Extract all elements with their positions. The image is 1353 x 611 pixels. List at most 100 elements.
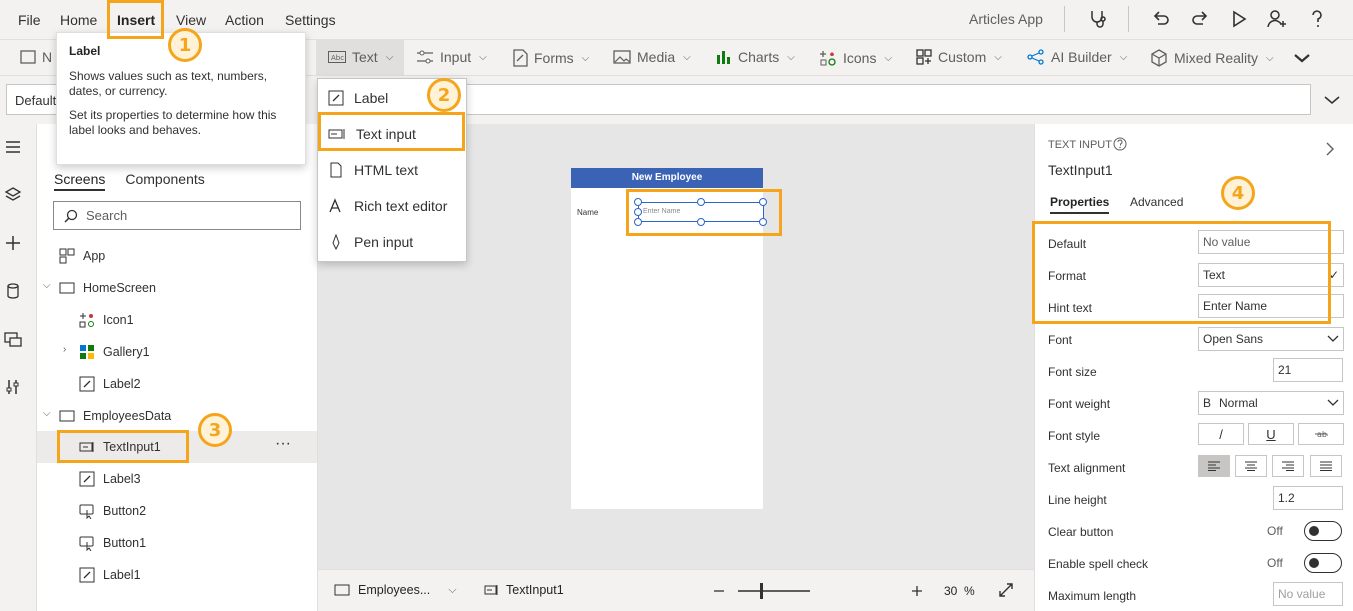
menu-settings[interactable]: Settings [285, 12, 336, 28]
ribbon-custom-button[interactable]: Custom ⌵ [916, 49, 1002, 65]
help-icon[interactable] [1306, 8, 1328, 30]
collapse-chevron-icon[interactable]: ⌵ [43, 408, 51, 419]
advanced-tools-icon[interactable] [4, 378, 22, 396]
menu-home[interactable]: Home [60, 12, 97, 28]
tree-node-employeesdata[interactable]: EmployeesData [59, 400, 171, 432]
control-name[interactable]: TextInput1 [1048, 162, 1113, 178]
align-right-button[interactable] [1272, 455, 1304, 477]
ribbon-ai-builder-label: AI Builder [1051, 49, 1112, 65]
hamburger-menu-icon[interactable] [4, 138, 22, 156]
tab-advanced[interactable]: Advanced [1130, 195, 1183, 209]
tab-properties[interactable]: Properties [1050, 195, 1110, 214]
spell-check-state: Off [1267, 556, 1283, 570]
font-size-field[interactable]: 21 [1273, 358, 1343, 382]
tree-node-label2[interactable]: Label2 [79, 368, 141, 400]
ribbon-icons-button[interactable]: Icons ⌵ [819, 49, 892, 67]
ribbon-media-button[interactable]: Media ⌵ [613, 49, 691, 65]
button-icon [79, 504, 94, 519]
add-icon[interactable] [4, 234, 22, 252]
tree-node-label: EmployeesData [83, 409, 172, 423]
media-library-icon[interactable] [4, 330, 22, 348]
collapse-panel-chevron-icon[interactable] [1323, 140, 1337, 158]
left-rail [0, 124, 37, 611]
menu-action[interactable]: Action [225, 12, 264, 28]
menu-view[interactable]: View [176, 12, 206, 28]
font-weight-dropdown[interactable]: B Normal [1198, 391, 1344, 415]
ribbon-charts-button[interactable]: Charts ⌵ [716, 49, 795, 65]
label-font-style: Font style [1048, 429, 1101, 443]
zoom-slider[interactable] [738, 590, 810, 592]
expand-formula-chevron-icon[interactable] [1322, 93, 1342, 107]
zoom-slider-thumb[interactable] [760, 583, 763, 599]
data-cylinder-icon[interactable] [4, 282, 22, 300]
redo-icon[interactable] [1189, 8, 1211, 30]
more-options-icon[interactable]: ··· [275, 435, 291, 453]
font-dropdown[interactable]: Open Sans [1198, 327, 1344, 351]
spell-check-toggle[interactable] [1304, 553, 1342, 573]
svg-text:abc: abc [1317, 430, 1328, 439]
italic-button[interactable]: / [1198, 423, 1244, 445]
label-font-weight: Font weight [1048, 397, 1111, 411]
menu-item-rich-text-editor[interactable]: Rich text editor [328, 188, 447, 224]
label-icon [79, 376, 95, 392]
underline-button[interactable]: U [1248, 423, 1294, 445]
menu-item-label[interactable]: Label [328, 80, 388, 116]
menu-file[interactable]: File [18, 12, 41, 28]
ribbon-overflow-chevron-icon[interactable] [1292, 51, 1312, 65]
ribbon-input-button[interactable]: Input ⌵ [416, 49, 487, 65]
tree-node-homescreen[interactable]: HomeScreen [59, 272, 156, 304]
ribbon-forms-button[interactable]: Forms ⌵ [512, 49, 589, 67]
menu-item-html-text[interactable]: HTML text [328, 152, 418, 188]
play-icon[interactable] [1228, 8, 1250, 30]
new-screen-button[interactable]: N [20, 49, 52, 65]
add-user-icon[interactable] [1266, 8, 1288, 30]
tree-node-icon1[interactable]: Icon1 [79, 304, 134, 336]
stethoscope-icon[interactable] [1087, 8, 1109, 30]
ribbon-mixed-reality-label: Mixed Reality [1174, 50, 1259, 66]
clear-button-toggle[interactable] [1304, 521, 1342, 541]
expand-chevron-icon[interactable]: › [63, 344, 66, 355]
tree-node-button2[interactable]: Button2 [79, 495, 146, 527]
help-circle-icon[interactable] [1113, 137, 1127, 151]
ribbon-text-button[interactable]: Abc Text ⌵ [328, 49, 393, 65]
tree-view-layers-icon[interactable] [4, 186, 22, 204]
app-name: Articles App [969, 11, 1043, 27]
ribbon-text-label: Text [352, 49, 378, 65]
search-placeholder: Search [86, 208, 128, 223]
screen-selector[interactable]: Employees... ⌵ [334, 583, 457, 597]
tree-node-button1[interactable]: Button1 [79, 527, 146, 559]
menu-item-label-text: Label [354, 90, 389, 106]
maximum-length-field[interactable]: No value [1273, 582, 1343, 606]
name-label[interactable]: Name [577, 208, 598, 217]
fit-to-window-icon[interactable] [998, 582, 1014, 598]
strikethrough-button[interactable]: abc [1298, 423, 1344, 445]
tree-node-gallery1[interactable]: Gallery1 [79, 336, 150, 368]
line-height-field[interactable]: 1.2 [1273, 486, 1343, 510]
align-center-button[interactable] [1235, 455, 1267, 477]
tree-node-label: App [83, 249, 106, 263]
screen-icon [59, 282, 75, 294]
control-breadcrumb[interactable]: TextInput1 [484, 583, 564, 597]
ribbon-mixed-reality-button[interactable]: Mixed Reality ⌵ [1150, 49, 1274, 67]
tooltip-description: Shows values such as text, numbers, date… [69, 69, 268, 98]
zoom-in-icon[interactable] [910, 584, 924, 598]
menu-item-pen-input[interactable]: Pen input [328, 224, 413, 260]
align-left-button[interactable] [1198, 455, 1230, 477]
new-screen-label: N [42, 49, 53, 65]
search-input[interactable]: Search [53, 201, 301, 230]
align-justify-button[interactable] [1310, 455, 1342, 477]
tab-components[interactable]: Components [125, 171, 204, 191]
zoom-value: 30 [944, 584, 958, 598]
formula-input[interactable] [466, 84, 1311, 115]
collapse-chevron-icon[interactable]: ⌵ [43, 280, 51, 291]
tree-node-app[interactable]: App [59, 240, 105, 272]
tab-screens[interactable]: Screens [54, 171, 106, 191]
tree-node-label3[interactable]: Label3 [79, 463, 141, 495]
zoom-out-icon[interactable] [712, 584, 726, 598]
tree-node-label1[interactable]: Label1 [79, 559, 141, 591]
button-icon [79, 536, 94, 551]
chevron-down-icon: ⌵ [1119, 51, 1128, 63]
undo-icon[interactable] [1150, 8, 1172, 30]
ribbon-ai-builder-button[interactable]: AI Builder ⌵ [1027, 49, 1127, 65]
screen-header: New Employee [571, 168, 763, 188]
